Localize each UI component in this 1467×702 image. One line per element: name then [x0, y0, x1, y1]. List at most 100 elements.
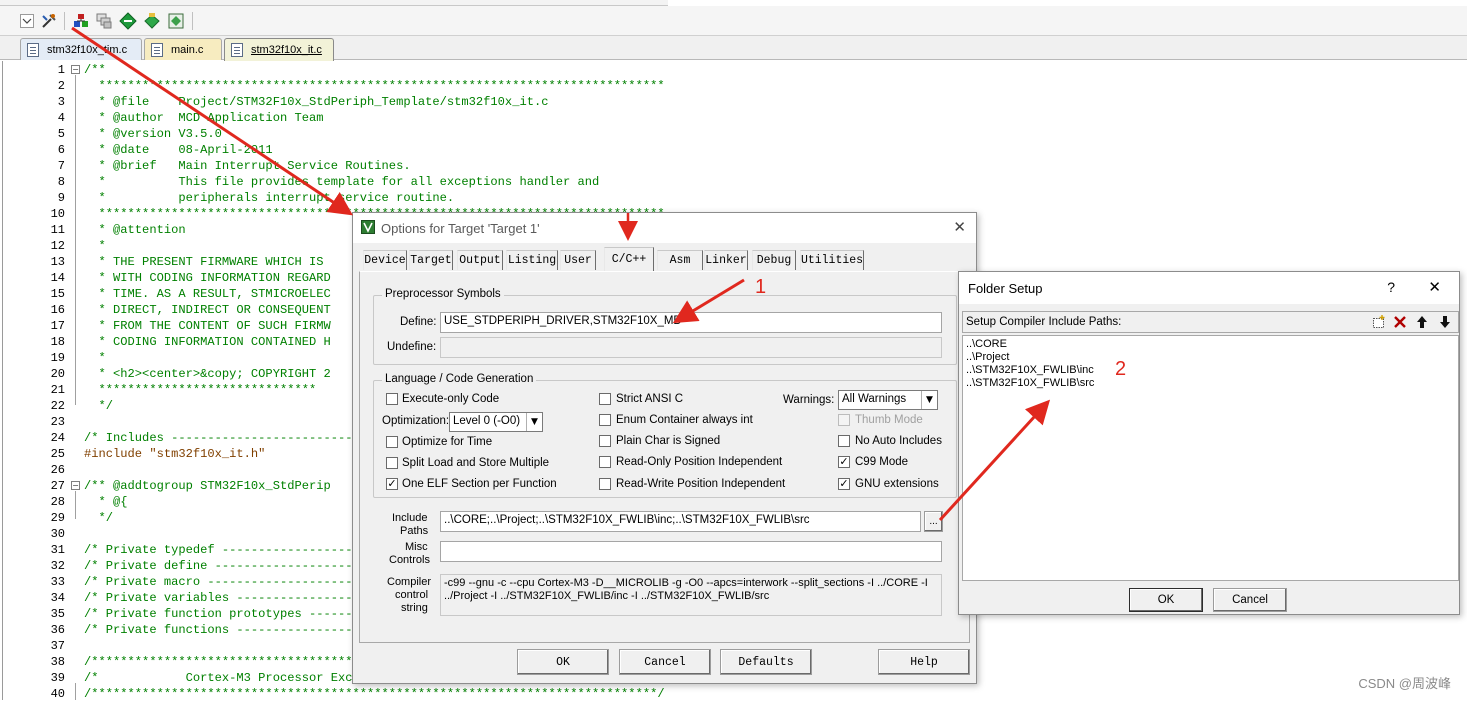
code-line[interactable]: * @file Project/STM32F10x_StdPeriph_Temp… — [84, 94, 549, 110]
ro-position-checkbox[interactable] — [599, 456, 611, 468]
enum-container-checkbox[interactable] — [599, 414, 611, 426]
c99-mode-label: C99 Mode — [855, 456, 909, 468]
execute-only-checkbox[interactable] — [386, 393, 398, 405]
undefine-label: Undefine: — [387, 341, 437, 353]
code-line[interactable]: /** — [84, 62, 106, 78]
code-line[interactable]: * peripherals interrupt service routine. — [84, 190, 455, 206]
tab-stm32f10x-tim[interactable]: stm32f10x_tim.c — [20, 38, 142, 60]
line-number: 9 — [57, 191, 65, 205]
code-line[interactable]: /* Private variables -------------------… — [84, 590, 389, 606]
tab-debug[interactable]: Debug — [752, 250, 796, 270]
list-item[interactable]: ..\Project — [966, 351, 1094, 364]
help-button[interactable]: Help — [878, 649, 970, 675]
line-number: 13 — [50, 255, 65, 269]
manage-project-items-icon[interactable] — [72, 12, 90, 30]
code-line[interactable]: * @{ — [84, 494, 128, 510]
list-item[interactable]: ..\STM32F10X_FWLIB\src — [966, 377, 1094, 390]
close-icon[interactable]: ✕ — [953, 218, 966, 236]
browse-include-paths-button[interactable]: ... — [924, 511, 943, 532]
code-line[interactable]: * DIRECT, INDIRECT OR CONSEQUENT — [84, 302, 331, 318]
path-list-items: ..\CORE ..\Project ..\STM32F10X_FWLIB\in… — [966, 338, 1094, 390]
dropdown-chevron-icon[interactable] — [18, 12, 36, 30]
code-line[interactable]: #include "stm32f10x_it.h" — [84, 446, 265, 462]
fold-toggle-icon[interactable]: − — [71, 481, 80, 490]
tab-user[interactable]: User — [560, 250, 596, 270]
c99-mode-checkbox[interactable]: ✓ — [838, 456, 850, 468]
new-folder-icon[interactable] — [1369, 313, 1389, 331]
line-number: 20 — [50, 367, 65, 381]
code-line[interactable]: * @date 08-April-2011 — [84, 142, 273, 158]
strict-ansi-checkbox[interactable] — [599, 393, 611, 405]
tab-output[interactable]: Output — [457, 250, 503, 270]
plain-char-checkbox[interactable] — [599, 435, 611, 447]
tab-asm[interactable]: Asm — [657, 250, 703, 270]
code-line[interactable]: * @author MCD Application Team — [84, 110, 324, 126]
code-line[interactable]: * TIME. AS A RESULT, STMICROELEC — [84, 286, 331, 302]
select-packs-icon[interactable] — [119, 12, 137, 30]
code-line[interactable]: */ — [84, 510, 114, 526]
defaults-button[interactable]: Defaults — [720, 649, 812, 675]
tab-c-cpp[interactable]: C/C++ — [604, 247, 654, 271]
move-down-icon[interactable] — [1435, 313, 1455, 331]
code-line[interactable]: * — [84, 238, 106, 254]
code-line[interactable]: */ — [84, 398, 114, 414]
tab-device[interactable]: Device — [363, 250, 407, 270]
warnings-select[interactable]: All Warnings ▼ — [838, 390, 938, 410]
cancel-button[interactable]: Cancel — [619, 649, 711, 675]
options-for-target-icon[interactable] — [40, 12, 58, 30]
list-item[interactable]: ..\STM32F10X_FWLIB\inc — [966, 364, 1094, 377]
code-line[interactable]: * @brief Main Interrupt Service Routines… — [84, 158, 411, 174]
folder-cancel-button[interactable]: Cancel — [1213, 588, 1287, 612]
code-line[interactable]: /* Includes ----------------------------… — [84, 430, 382, 446]
help-icon[interactable]: ? — [1387, 279, 1395, 295]
one-elf-checkbox[interactable]: ✓ — [386, 478, 398, 490]
list-item[interactable]: ..\CORE — [966, 338, 1094, 351]
thumb-mode-checkbox[interactable] — [838, 414, 850, 426]
copy-layers-icon[interactable] — [95, 12, 113, 30]
rw-position-checkbox[interactable] — [599, 478, 611, 490]
optimization-select[interactable]: Level 0 (-O0) ▼ — [449, 412, 543, 432]
code-line[interactable]: * WITH CODING INFORMATION REGARD — [84, 270, 331, 286]
code-line[interactable]: /** @addtogroup STM32F10x_StdPerip — [84, 478, 331, 494]
code-line[interactable]: * THE PRESENT FIRMWARE WHICH IS — [84, 254, 324, 270]
pack-installer-icon[interactable] — [143, 12, 161, 30]
gnu-extensions-checkbox[interactable]: ✓ — [838, 478, 850, 490]
tab-stm32f10x-it[interactable]: stm32f10x_it.c — [224, 38, 334, 61]
enum-container-label: Enum Container always int — [616, 414, 753, 426]
code-line[interactable]: * This file provides template for all ex… — [84, 174, 600, 190]
code-line[interactable]: /* Private define ----------------------… — [84, 558, 389, 574]
include-paths-field[interactable]: ..\CORE;..\Project;..\STM32F10X_FWLIB\in… — [440, 511, 921, 532]
move-up-icon[interactable] — [1412, 313, 1432, 331]
no-auto-includes-checkbox[interactable] — [838, 435, 850, 447]
code-line[interactable]: * <h2><center>&copy; COPYRIGHT 2 — [84, 366, 331, 382]
file-icon — [27, 42, 39, 57]
close-icon[interactable]: ✕ — [1428, 278, 1441, 296]
code-line[interactable]: * @version V3.5.0 — [84, 126, 222, 142]
code-line[interactable]: /* Private function prototypes ---------… — [84, 606, 389, 622]
code-line[interactable]: /* Private macro -----------------------… — [84, 574, 389, 590]
code-line[interactable]: /* Private functions -------------------… — [84, 622, 389, 638]
tab-utilities[interactable]: Utilities — [800, 250, 864, 270]
code-line[interactable]: * — [84, 350, 106, 366]
tab-linker[interactable]: Linker — [704, 250, 748, 270]
tab-main-c[interactable]: main.c — [144, 38, 222, 60]
ok-button[interactable]: OK — [517, 649, 609, 675]
tab-target[interactable]: Target — [409, 250, 453, 270]
optimize-time-checkbox[interactable] — [386, 436, 398, 448]
folder-ok-button[interactable]: OK — [1129, 588, 1203, 612]
manage-run-time-icon[interactable] — [167, 12, 185, 30]
code-line[interactable]: ****************************** — [84, 382, 317, 398]
tab-listing[interactable]: Listing — [506, 250, 558, 270]
code-line[interactable]: * @attention — [84, 222, 186, 238]
undefine-field[interactable] — [440, 337, 942, 358]
define-field[interactable]: USE_STDPERIPH_DRIVER,STM32F10X_MD — [440, 312, 942, 333]
code-line[interactable]: /* Private typedef ---------------------… — [84, 542, 389, 558]
misc-controls-field[interactable] — [440, 541, 942, 562]
include-paths-list[interactable]: ..\CORE ..\Project ..\STM32F10X_FWLIB\in… — [962, 335, 1459, 581]
fold-toggle-icon[interactable]: − — [71, 65, 80, 74]
code-line[interactable]: ****************************************… — [84, 78, 665, 94]
delete-icon[interactable] — [1390, 313, 1410, 331]
code-line[interactable]: * CODING INFORMATION CONTAINED H — [84, 334, 331, 350]
split-load-checkbox[interactable] — [386, 457, 398, 469]
code-line[interactable]: * FROM THE CONTENT OF SUCH FIRMW — [84, 318, 331, 334]
